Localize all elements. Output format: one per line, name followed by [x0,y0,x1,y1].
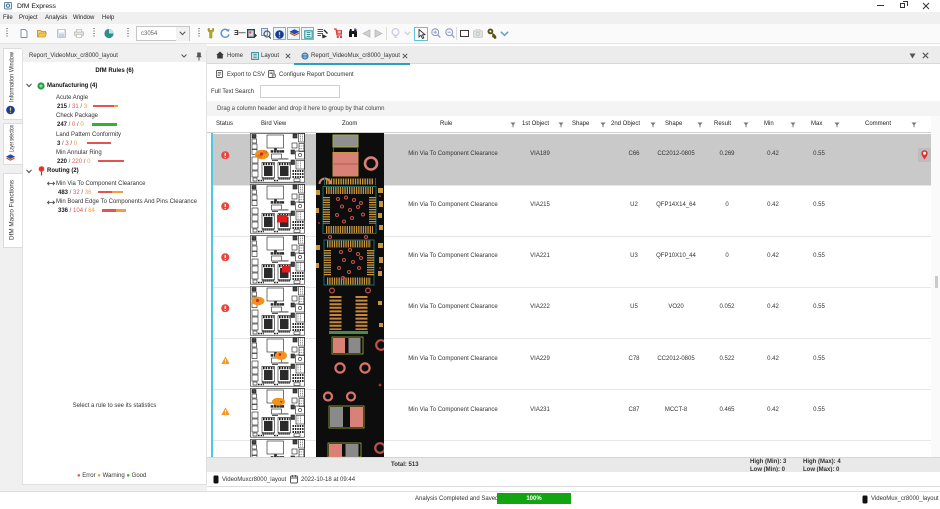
svg-text:Information Window: Information Window [10,51,16,102]
svg-text:DfM Macro Functions: DfM Macro Functions [10,180,16,240]
svg-text:Layer selection: Layer selection [10,125,16,152]
